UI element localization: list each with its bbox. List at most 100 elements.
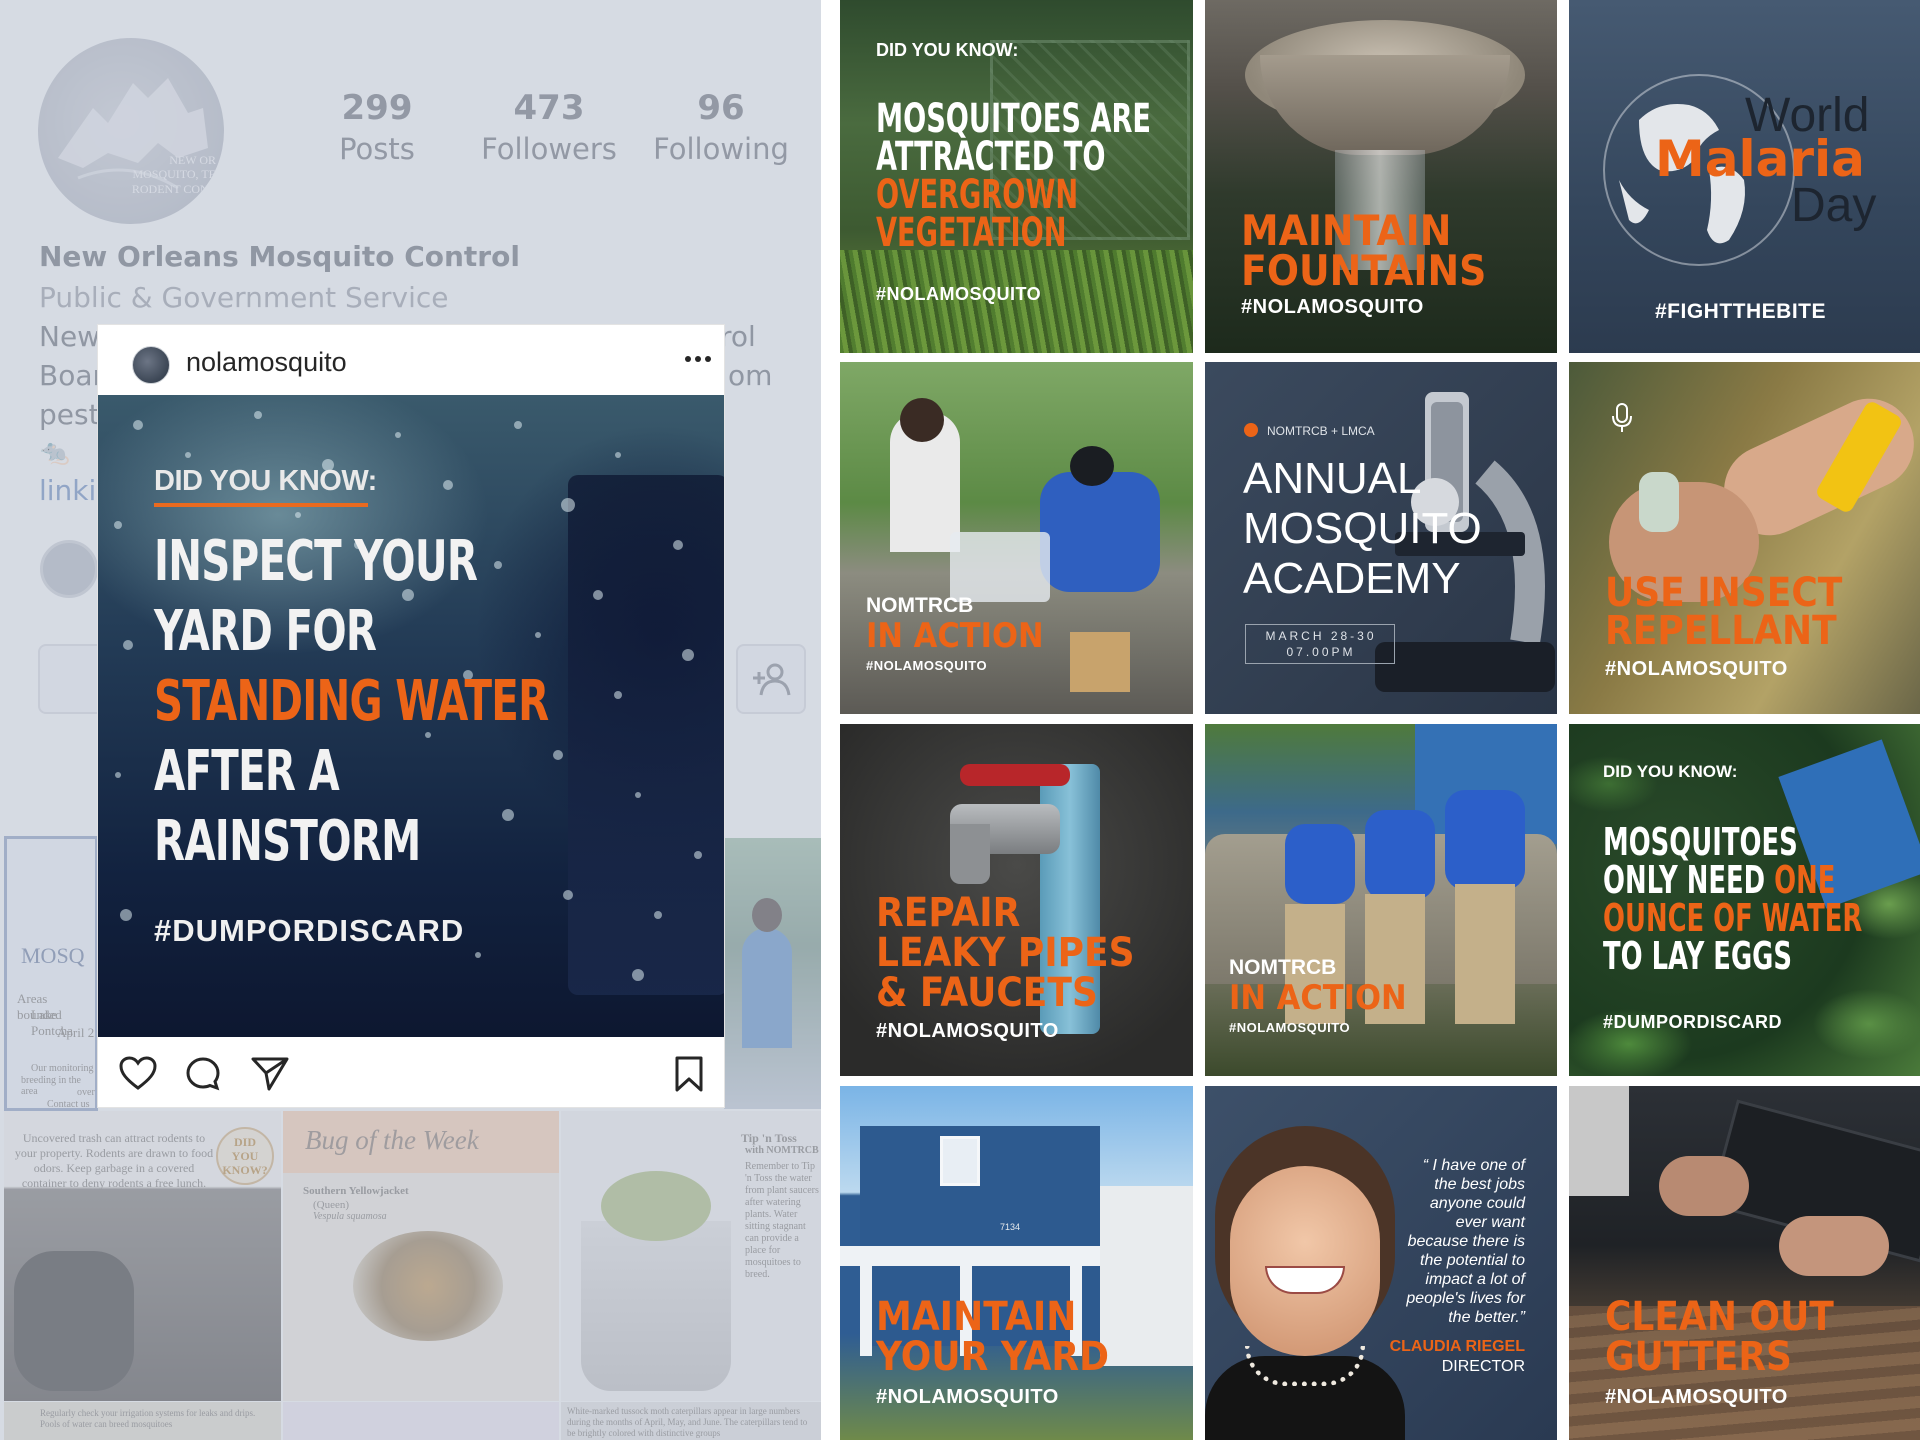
headline-line: AFTER A bbox=[154, 739, 340, 804]
tile-headline: REPELLANT bbox=[1605, 608, 1837, 654]
post-actions bbox=[98, 1037, 724, 1107]
post-image[interactable]: DID YOU KNOW: INSPECT YOUR YARD FOR STAN… bbox=[98, 395, 724, 1037]
quote-line: the better.” bbox=[1448, 1309, 1525, 1326]
tile-overgrown-vegetation[interactable]: DID YOU KNOW: MOSQUITOES ARE ATTRACTED T… bbox=[840, 0, 1193, 353]
following-count: 96 bbox=[697, 88, 745, 128]
tile-nomtrcb-in-action-2[interactable]: NOMTRCB IN ACTION #NOLAMOSQUITO bbox=[1205, 724, 1557, 1076]
share-icon[interactable] bbox=[250, 1055, 290, 1093]
tile-hashtag: #NOLAMOSQUITO bbox=[1605, 658, 1788, 680]
tile-hashtag: #NOLAMOSQUITO bbox=[866, 658, 988, 673]
logo-mark-icon bbox=[1244, 423, 1258, 437]
tile-hashtag: #FIGHTTHEBITE bbox=[1655, 300, 1827, 323]
tile-nomtrcb-in-action-1[interactable]: NOMTRCB IN ACTION #NOLAMOSQUITO bbox=[840, 362, 1193, 714]
heart-icon[interactable] bbox=[118, 1055, 158, 1091]
tile-headline: ACADEMY bbox=[1243, 554, 1461, 603]
tile-kicker: DID YOU KNOW: bbox=[876, 40, 1019, 60]
bio-line: pest bbox=[39, 398, 100, 431]
thumb-text: Regularly check your irrigation systems … bbox=[40, 1408, 256, 1429]
tile-mosquito-academy[interactable]: NOMTRCB + LMCA ANNUAL MOSQUITO ACADEMY M… bbox=[1205, 362, 1557, 714]
tile-kicker: DID YOU KNOW: bbox=[1603, 762, 1738, 781]
tile-hashtag: #NOLAMOSQUITO bbox=[1605, 1386, 1788, 1408]
tile-kicker: NOMTRCB bbox=[866, 594, 974, 617]
quote-line: anyone could bbox=[1429, 1195, 1525, 1212]
tile-clean-gutters[interactable]: CLEAN OUT GUTTERS #NOLAMOSQUITO bbox=[1569, 1086, 1920, 1440]
event-date: MARCH 28-30 bbox=[1265, 629, 1377, 643]
quote-line: the best jobs bbox=[1434, 1176, 1525, 1193]
quote-line: the potential to bbox=[1420, 1252, 1525, 1269]
bio-line: om bbox=[728, 359, 773, 392]
tile-headline: YOUR YARD bbox=[876, 1334, 1109, 1380]
posts-count: 299 bbox=[341, 88, 413, 128]
followers-count: 473 bbox=[513, 88, 585, 128]
thumb-text: Uncovered trash can attract rodents to y… bbox=[14, 1131, 214, 1190]
post-card: nolamosquito DID YOU KNOW: INSPECT YOUR … bbox=[98, 325, 724, 1107]
more-options-icon[interactable] bbox=[684, 355, 712, 363]
tile-headline: MOSQUITO bbox=[1243, 504, 1482, 553]
quote-line: because there is bbox=[1407, 1233, 1525, 1250]
thumb-text: (Queen) bbox=[313, 1199, 350, 1211]
thumb-text: Tip 'n Toss bbox=[741, 1131, 797, 1145]
thumb-photo[interactable] bbox=[724, 838, 821, 1109]
house-number: 7134 bbox=[1000, 1222, 1021, 1232]
tile-maintain-fountains[interactable]: MAINTAIN FOUNTAINS #NOLAMOSQUITO bbox=[1205, 0, 1557, 353]
bio-line: Boar bbox=[39, 359, 105, 392]
add-person-button[interactable] bbox=[736, 644, 806, 714]
following-stat[interactable]: 96 Following bbox=[646, 88, 796, 166]
profile-name: New Orleans Mosquito Control bbox=[39, 240, 520, 273]
event-time: 07.00PM bbox=[1286, 645, 1356, 659]
tile-hashtag: #NOLAMOSQUITO bbox=[876, 1020, 1059, 1042]
thumb-text: Our monitoring bbox=[31, 1063, 94, 1074]
comment-icon[interactable] bbox=[184, 1055, 222, 1093]
tile-hashtag: #DUMPORDISCARD bbox=[1603, 1012, 1783, 1032]
thumb-tip-n-toss[interactable]: Tip 'n Toss with NOMTRCB Remember to Tip… bbox=[561, 1111, 821, 1401]
thumb-caterpillar[interactable]: White-marked tussock moth caterpillars a… bbox=[561, 1402, 821, 1440]
tile-headline: IN ACTION bbox=[1229, 978, 1407, 1018]
profile-category: Public & Government Service bbox=[39, 281, 449, 314]
tile-headline: IN ACTION bbox=[866, 616, 1044, 656]
tile-org: NOMTRCB + LMCA bbox=[1267, 424, 1375, 438]
tile-headline: FOUNTAINS bbox=[1241, 246, 1487, 295]
posts-label: Posts bbox=[339, 132, 415, 166]
profile-link[interactable]: linki bbox=[39, 474, 96, 507]
tile-hashtag: #NOLAMOSQUITO bbox=[1241, 296, 1424, 318]
followers-label: Followers bbox=[481, 132, 617, 166]
tile-headline: Day bbox=[1791, 179, 1877, 232]
tile-maintain-yard[interactable]: 7134 MAINTAIN YOUR YARD #NOLAMOSQUITO bbox=[840, 1086, 1193, 1440]
profile-avatar[interactable]: NEW OR MOSQUITO, TE RODENT CONT bbox=[38, 38, 224, 224]
posts-stat[interactable]: 299 Posts bbox=[302, 88, 452, 166]
thumb-text: DID YOU KNOW? bbox=[222, 1135, 268, 1177]
thumb-rodent-tip[interactable]: Uncovered trash can attract rodents to y… bbox=[4, 1111, 281, 1401]
did-you-know-label: DID YOU KNOW: bbox=[154, 465, 377, 497]
thumb-text: Remember to Tip 'n Toss the water from p… bbox=[745, 1161, 819, 1280]
tile-one-ounce[interactable]: DID YOU KNOW: MOSQUITOES ONLY NEED ONE O… bbox=[1569, 724, 1920, 1076]
thumb-text: White-marked tussock moth caterpillars a… bbox=[567, 1406, 808, 1438]
quote-author: CLAUDIA RIEGEL bbox=[1389, 1338, 1525, 1355]
bio-line: New bbox=[39, 320, 101, 353]
post-avatar[interactable] bbox=[132, 346, 170, 384]
thumb-bug-of-week[interactable]: Bug of the Week Southern Yellowjacket (Q… bbox=[283, 1111, 559, 1401]
thumb-text: Southern Yellowjacket bbox=[303, 1185, 409, 1197]
thumb-text: Contact us bbox=[47, 1099, 90, 1110]
quote-line: impact a lot of bbox=[1425, 1271, 1525, 1288]
post-header: nolamosquito bbox=[98, 325, 724, 395]
map-logo-icon bbox=[58, 78, 208, 190]
thumb-eggs[interactable] bbox=[283, 1402, 559, 1440]
quote-block: “ I have one of the best jobs anyone cou… bbox=[1335, 1156, 1525, 1327]
tile-hashtag: #NOLAMOSQUITO bbox=[876, 1386, 1059, 1408]
post-hashtag: #DUMPORDISCARD bbox=[154, 913, 465, 948]
highlight-circle[interactable] bbox=[40, 540, 98, 598]
tile-headline: GUTTERS bbox=[1605, 1334, 1792, 1380]
tile-kicker: NOMTRCB bbox=[1229, 956, 1337, 979]
tile-director-quote[interactable]: “ I have one of the best jobs anyone cou… bbox=[1205, 1086, 1557, 1440]
thumb-announcement[interactable]: MOSQ Areas bounded Lake Pontcha April 2 … bbox=[4, 836, 98, 1111]
tile-world-malaria-day[interactable]: World Malaria Day #FIGHTTHEBITE bbox=[1569, 0, 1920, 353]
tile-insect-repellant[interactable]: USE INSECT REPELLANT #NOLAMOSQUITO bbox=[1569, 362, 1920, 714]
bookmark-icon[interactable] bbox=[674, 1055, 704, 1093]
followers-stat[interactable]: 473 Followers bbox=[474, 88, 624, 166]
add-person-icon bbox=[753, 663, 791, 696]
tile-leaky-pipes[interactable]: REPAIR LEAKY PIPES & FAUCETS #NOLAMOSQUI… bbox=[840, 724, 1193, 1076]
headline-line: RAINSTORM bbox=[154, 809, 421, 874]
post-username[interactable]: nolamosquito bbox=[186, 347, 347, 378]
thumb-irrigation[interactable]: Regularly check your irrigation systems … bbox=[4, 1402, 281, 1440]
tile-hashtag: #NOLAMOSQUITO bbox=[1229, 1020, 1351, 1035]
